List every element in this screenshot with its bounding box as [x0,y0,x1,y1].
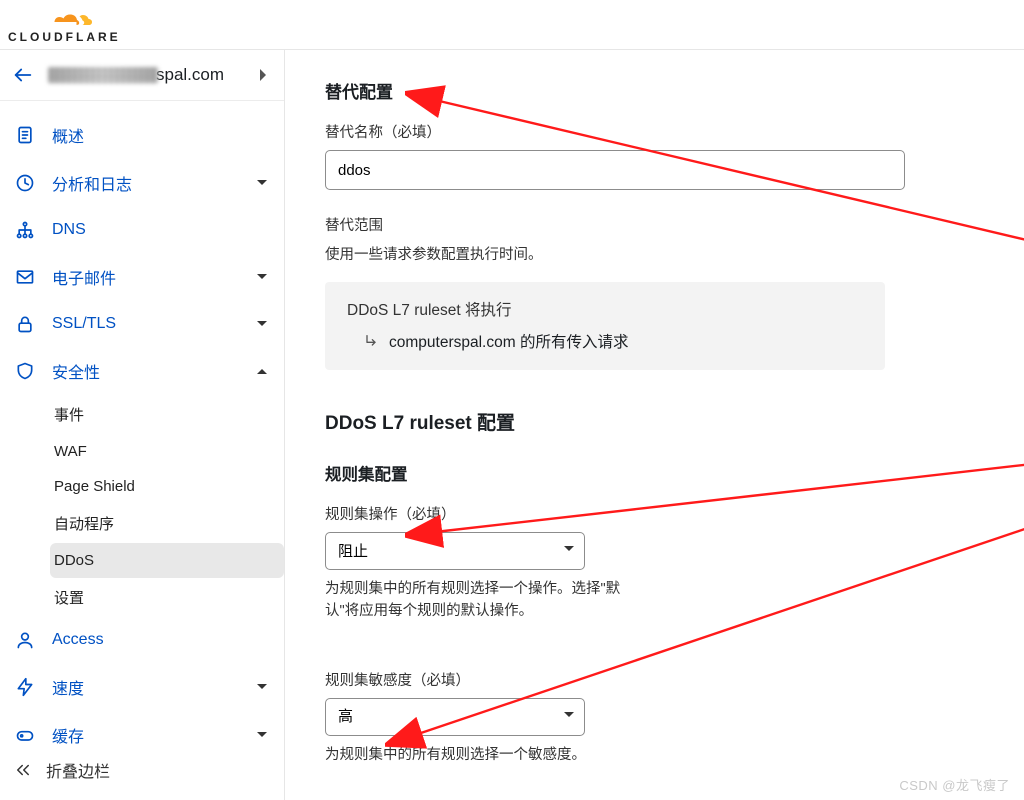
ruleset-sensitivity-select[interactable]: 高 [325,698,585,736]
cloudflare-logo[interactable]: CLOUDFLARE [8,7,121,43]
config-heading: DDoS L7 ruleset 配置 [325,408,984,435]
sidebar-item-label: Access [52,631,104,649]
clock-icon [14,172,36,194]
domain-name: spal.com [48,65,224,85]
ruleset-section-title: 规则集配置 [325,461,984,485]
sidebar-item-label: 缓存 [52,723,84,747]
rule-summary-line2: computerspal.com 的所有传入请求 [389,330,628,352]
shield-icon [14,360,36,382]
app-header: CLOUDFLARE [0,0,1024,50]
sidebar-item-overview[interactable]: 概述 [0,111,284,159]
override-scope-desc: 使用一些请求参数配置执行时间。 [325,243,984,264]
override-scope-label: 替代范围 [325,214,984,235]
ruleset-action-label: 规则集操作（必填） [325,503,984,524]
watermark: CSDN @龙飞瘦了 [899,775,1010,794]
drive-icon [14,724,36,746]
redacted-text [48,67,158,83]
rule-summary: DDoS L7 ruleset 将执行 computerspal.com 的所有… [325,282,885,370]
dns-icon [14,219,36,241]
sidebar-item-speed[interactable]: 速度 [0,663,284,711]
override-name-input[interactable] [325,150,905,190]
back-arrow-icon[interactable] [12,64,34,86]
logo-text: CLOUDFLARE [8,31,121,43]
sidebar: spal.com 概述 分析和日志 [0,50,285,800]
main-content: 替代配置 替代名称（必填） 替代范围 使用一些请求参数配置执行时间。 DDoS … [285,50,1024,800]
sidebar-item-ssl[interactable]: SSL/TLS [0,301,284,347]
corner-arrow-icon [363,333,379,349]
mail-icon [14,266,36,288]
override-scope: 替代范围 使用一些请求参数配置执行时间。 [325,214,984,264]
collapse-label: 折叠边栏 [46,758,110,782]
file-icon [14,124,36,146]
override-title: 替代配置 [325,78,984,103]
sidebar-item-security[interactable]: 安全性 [0,347,284,395]
collapse-sidebar[interactable]: 折叠边栏 [0,748,284,792]
chevron-down-icon [256,271,268,283]
ruleset-sensitivity-help: 为规则集中的所有规则选择一个敏感度。 [325,744,635,766]
sidebar-sub-bots[interactable]: 自动程序 [50,504,284,543]
sidebar-item-dns[interactable]: DNS [0,207,284,253]
chevron-down-icon [256,729,268,741]
sidebar-item-label: 安全性 [52,359,100,383]
chevron-down-icon [256,177,268,189]
chevron-down-icon [256,681,268,693]
sidebar-sub-events[interactable]: 事件 [50,395,284,434]
sidebar-sub-settings[interactable]: 设置 [50,578,284,617]
ruleset-sensitivity-label: 规则集敏感度（必填） [325,669,984,690]
sidebar-item-label: 分析和日志 [52,171,132,195]
ruleset-action-help: 为规则集中的所有规则选择一个操作。选择"默认"将应用每个规则的默认操作。 [325,578,635,623]
sidebar-item-analytics[interactable]: 分析和日志 [0,159,284,207]
sidebar-item-label: 速度 [52,675,84,699]
user-icon [14,629,36,651]
sidebar-item-label: DNS [52,221,86,239]
rule-summary-line1: DDoS L7 ruleset 将执行 [347,298,863,320]
override-name-label: 替代名称（必填） [325,121,984,142]
lock-icon [14,313,36,335]
sidebar-item-label: 概述 [52,123,84,147]
sidebar-sub-waf[interactable]: WAF [50,434,284,469]
sidebar-item-email[interactable]: 电子邮件 [0,253,284,301]
bolt-icon [14,676,36,698]
domain-selector[interactable]: spal.com [0,50,284,101]
ruleset-action-field: 规则集操作（必填） 阻止 为规则集中的所有规则选择一个操作。选择"默认"将应用每… [325,503,984,623]
ruleset-sensitivity-field: 规则集敏感度（必填） 高 为规则集中的所有规则选择一个敏感度。 [325,669,984,766]
sidebar-subnav-security: 事件 WAF Page Shield 自动程序 DDoS 设置 [0,395,284,617]
chevron-down-icon [256,318,268,330]
cloud-icon [34,7,94,29]
override-name-field: 替代名称（必填） [325,121,984,190]
sidebar-sub-pageshield[interactable]: Page Shield [50,469,284,504]
nav: 概述 分析和日志 DNS 电子邮件 [0,101,284,759]
sidebar-item-label: SSL/TLS [52,315,116,333]
sidebar-item-access[interactable]: Access [0,617,284,663]
chevron-up-icon [256,365,268,377]
ruleset-action-select[interactable]: 阻止 [325,532,585,570]
caret-right-icon [258,68,268,82]
sidebar-sub-ddos[interactable]: DDoS [50,543,284,578]
sidebar-item-label: 电子邮件 [52,265,116,289]
collapse-icon [14,761,32,779]
